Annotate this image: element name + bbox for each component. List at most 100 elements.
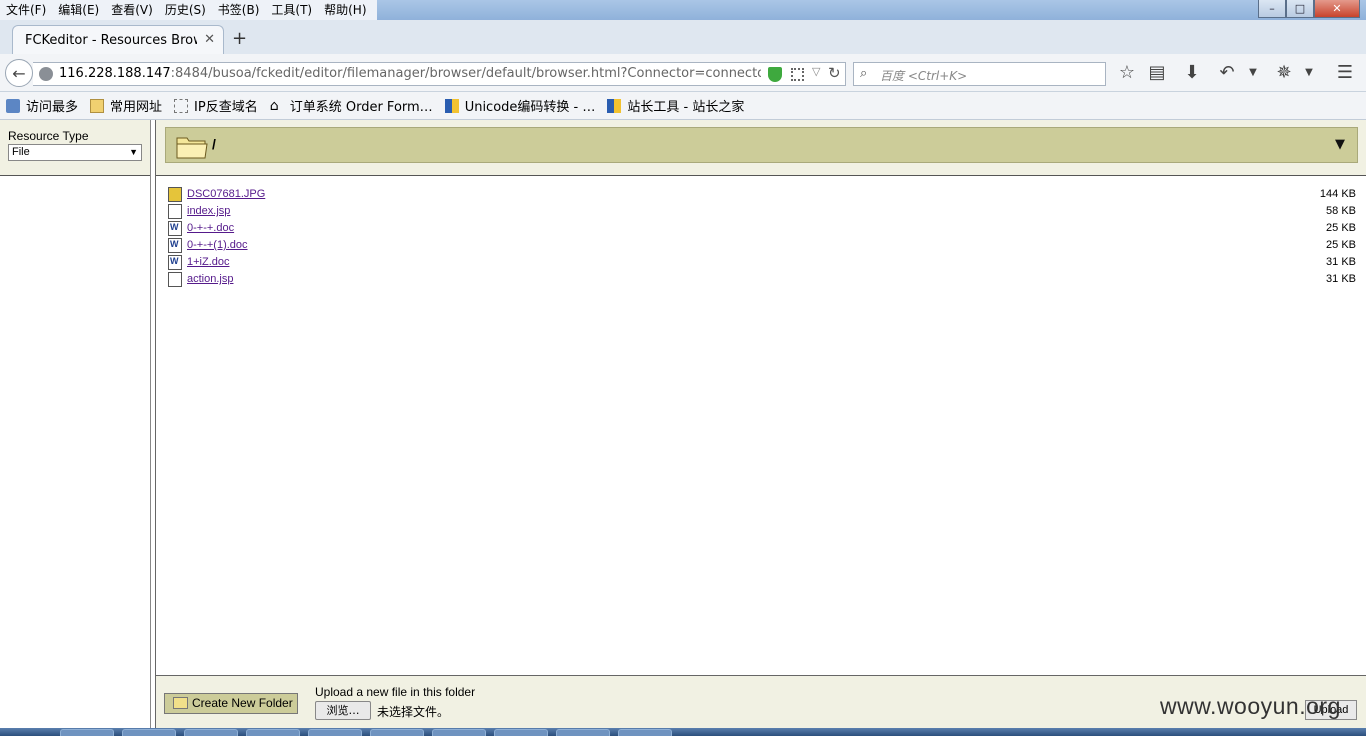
menu-dropdown-icon[interactable]: ▼: [1298, 62, 1320, 84]
search-icon: ⌕: [860, 66, 868, 81]
word-file-icon: [168, 221, 182, 236]
file-row: 0-+-+.doc 25 KB: [166, 220, 1358, 237]
file-link[interactable]: action.jsp: [187, 273, 233, 285]
bookmark-label: Unicode编码转换 - …: [464, 100, 596, 115]
menu-file[interactable]: 文件(F): [0, 0, 52, 20]
taskbar-button[interactable]: [60, 729, 114, 736]
bookmark-order-system[interactable]: ⌂ 订单系统 Order Form…: [269, 96, 433, 116]
file-link[interactable]: 0-+-+.doc: [187, 222, 234, 234]
file-list: DSC07681.JPG 144 KB index.jsp 58 KB 0-+-…: [166, 186, 1358, 288]
back-button[interactable]: ←: [5, 59, 33, 87]
resource-type-select[interactable]: File ▼: [8, 144, 142, 161]
menu-dropdown-icon[interactable]: ▼: [1242, 62, 1264, 84]
folder-bar: / ▼: [156, 120, 1366, 176]
bookmark-label: 站长工具 - 站长之家: [627, 100, 745, 115]
folder-icon: [173, 697, 188, 709]
search-bar[interactable]: ⌕ 百度 <Ctrl+K>: [853, 62, 1106, 86]
site-icon: [607, 98, 622, 113]
file-size: 25 KB: [1326, 222, 1356, 234]
file-row: action.jsp 31 KB: [166, 271, 1358, 288]
taskbar-button[interactable]: [618, 729, 672, 736]
tab-strip: FCKeditor - Resources Brow… ✕ +: [0, 22, 1366, 54]
taskbar-button[interactable]: [432, 729, 486, 736]
security-shield-icon[interactable]: [768, 67, 782, 82]
reload-icon[interactable]: ↻: [828, 64, 841, 82]
file-link[interactable]: index.jsp: [187, 205, 230, 217]
menu-bar: 文件(F) 编辑(E) 查看(V) 历史(S) 书签(B) 工具(T) 帮助(H…: [0, 0, 377, 20]
folder-icon: [90, 98, 105, 113]
folder-icon: [176, 137, 208, 159]
file-link[interactable]: 0-+-+(1).doc: [187, 239, 248, 251]
resource-type-value: File: [12, 146, 30, 158]
resource-type-label: Resource Type: [8, 129, 89, 143]
navigation-bar: ← 116.228.188.147:8484/busoa/fckedit/edi…: [0, 54, 1366, 92]
create-folder-label: Create New Folder: [192, 696, 293, 710]
menu-bookmarks[interactable]: 书签(B): [212, 0, 266, 20]
home-icon: ⌂: [269, 97, 279, 114]
url-path: :8484/busoa/fckedit/editor/filemanager/b…: [170, 66, 761, 81]
tab-close-icon[interactable]: ✕: [204, 32, 215, 47]
chevron-down-icon[interactable]: ▼: [1335, 137, 1345, 152]
file-link[interactable]: 1+iZ.doc: [187, 256, 230, 268]
resource-type-panel: Resource Type File ▼: [0, 120, 150, 176]
download-icon[interactable]: ⬇: [1181, 62, 1203, 84]
browse-button[interactable]: 浏览…: [315, 701, 371, 720]
taskbar-button[interactable]: [556, 729, 610, 736]
page-content: Resource Type File ▼ / ▼ DSC07681.JPG 14: [0, 120, 1366, 730]
maximize-button[interactable]: □: [1286, 0, 1314, 18]
site-icon: [444, 98, 459, 113]
url-host: 116.228.188.147: [59, 66, 171, 81]
bookmarks-toolbar: 访问最多 常用网址 IP反查域名 ⌂ 订单系统 Order Form… Unico…: [0, 92, 1366, 120]
bookmark-unicode[interactable]: Unicode编码转换 - …: [444, 96, 596, 115]
file-size: 58 KB: [1326, 205, 1356, 217]
file-size: 25 KB: [1326, 239, 1356, 251]
taskbar-button[interactable]: [308, 729, 362, 736]
undo-icon[interactable]: ↶: [1216, 62, 1238, 84]
file-size: 31 KB: [1326, 256, 1356, 268]
back-arrow-icon: ←: [12, 63, 26, 83]
bookmark-label: 订单系统 Order Form…: [289, 100, 433, 115]
file-row: DSC07681.JPG 144 KB: [166, 186, 1358, 203]
upload-label: Upload a new file in this folder: [315, 685, 476, 699]
menu-tools[interactable]: 工具(T): [265, 0, 318, 20]
bookmark-most-visited[interactable]: 访问最多: [6, 96, 78, 115]
word-file-icon: [168, 255, 182, 270]
qr-code-icon[interactable]: [791, 68, 804, 81]
minimize-button[interactable]: –: [1258, 0, 1286, 18]
bookmark-common-sites[interactable]: 常用网址: [90, 96, 162, 115]
menu-help[interactable]: 帮助(H): [318, 0, 372, 20]
no-file-selected-text: 未选择文件。: [377, 705, 450, 719]
file-size: 31 KB: [1326, 273, 1356, 285]
menu-view[interactable]: 查看(V): [105, 0, 159, 20]
url-text: 116.228.188.147:8484/busoa/fckedit/edito…: [59, 66, 761, 81]
address-bar[interactable]: 116.228.188.147:8484/busoa/fckedit/edito…: [33, 62, 846, 86]
new-tab-button[interactable]: +: [232, 28, 247, 49]
create-new-folder-button[interactable]: Create New Folder: [164, 693, 298, 714]
star-icon[interactable]: ☆: [1116, 62, 1138, 84]
menu-history[interactable]: 历史(S): [159, 0, 212, 20]
current-folder-path: /: [212, 136, 216, 152]
page-icon: [174, 98, 189, 113]
taskbar-button[interactable]: [246, 729, 300, 736]
generic-file-icon: [168, 204, 182, 219]
taskbar-button[interactable]: [122, 729, 176, 736]
file-link[interactable]: DSC07681.JPG: [187, 188, 265, 200]
tab-fckeditor[interactable]: FCKeditor - Resources Brow… ✕: [12, 25, 224, 54]
globe-icon: [39, 67, 53, 81]
bookmark-webmaster-tools[interactable]: 站长工具 - 站长之家: [607, 96, 744, 115]
taskbar-button[interactable]: [494, 729, 548, 736]
close-window-button[interactable]: ✕: [1314, 0, 1360, 18]
left-frame: Resource Type File ▼: [0, 120, 151, 730]
extension-icon[interactable]: ✵: [1273, 62, 1295, 84]
bookmark-ip-lookup[interactable]: IP反查域名: [174, 96, 258, 115]
hamburger-menu-icon[interactable]: ☰: [1334, 62, 1356, 84]
reading-list-icon[interactable]: ▤: [1146, 62, 1168, 84]
search-placeholder: 百度 <Ctrl+K>: [880, 69, 968, 83]
taskbar-button[interactable]: [184, 729, 238, 736]
url-dropdown-icon[interactable]: ▽: [812, 65, 820, 78]
chevron-down-icon: ▼: [129, 147, 138, 157]
menu-edit[interactable]: 编辑(E): [52, 0, 105, 20]
most-visited-icon: [6, 98, 20, 113]
taskbar-button[interactable]: [370, 729, 424, 736]
folder-path-box[interactable]: / ▼: [165, 127, 1358, 163]
